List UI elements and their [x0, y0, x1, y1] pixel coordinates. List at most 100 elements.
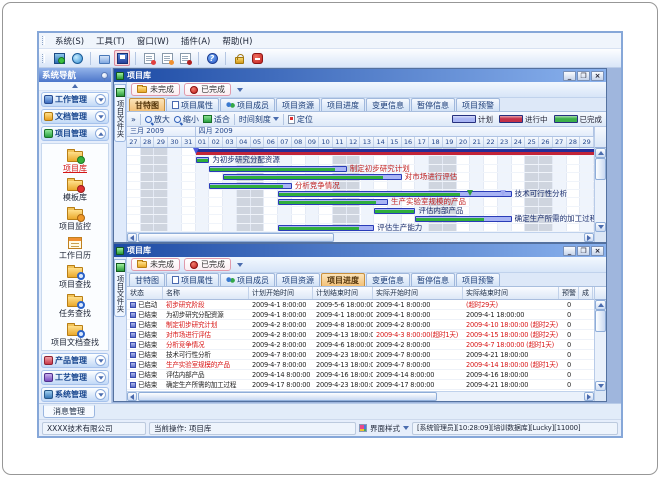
table-row[interactable]: 已结束生产实验室规模的产品2009-4-7 8:00:002009-4-13 1… [127, 360, 594, 370]
column-header[interactable]: 计划开始时间 [249, 287, 313, 299]
tab-changes[interactable]: 变更信息 [366, 273, 410, 286]
menu-window[interactable]: 窗口(W) [131, 34, 175, 48]
sidebar-item-template-library[interactable]: 模板库 [63, 176, 87, 202]
doc-new-icon[interactable] [141, 50, 157, 66]
group-toggle-button[interactable] [95, 389, 106, 400]
minimize-button[interactable]: _ [563, 71, 576, 81]
table-row[interactable]: 已结束为初步研究分配资源2009-4-1 8:00:002009-4-1 18:… [127, 310, 594, 320]
locate-button[interactable]: 定位 [288, 114, 313, 125]
scroll-left-button[interactable] [127, 392, 137, 401]
gantt-bar[interactable] [209, 166, 346, 172]
unfinished-filter-button[interactable]: 未完成 [131, 258, 180, 271]
column-header[interactable]: 实际结束时间 [463, 287, 559, 299]
sidebar-group-project-mgmt[interactable]: 项目管理 [41, 126, 109, 141]
scroll-up-button[interactable] [595, 148, 606, 158]
menu-tools[interactable]: 工具(T) [90, 34, 131, 48]
table-row[interactable]: 已结束确定生产所需的加工过程2009-4-17 8:00:002009-4-23… [127, 380, 594, 390]
table-row[interactable]: 已结束对市场进行评估2009-4-2 8:00:002009-4-13 18:0… [127, 330, 594, 340]
vertical-scrollbar[interactable] [594, 287, 606, 401]
horizontal-scrollbar[interactable] [127, 391, 594, 401]
scroll-right-button[interactable] [584, 392, 594, 401]
gantt-panel-titlebar[interactable]: 项目库 _ ❐ × [114, 69, 606, 82]
doc-delete-icon[interactable] [177, 50, 193, 66]
restore-button[interactable]: ❐ [577, 71, 590, 81]
menubar-grip[interactable] [42, 36, 45, 45]
tab-pauses[interactable]: 暂停信息 [411, 273, 455, 286]
menu-plugins[interactable]: 插件(A) [175, 34, 216, 48]
group-toggle-button[interactable] [95, 372, 106, 383]
table-row[interactable]: 已结束制定初步研究计划2009-4-2 8:00:002009-4-8 18:0… [127, 320, 594, 330]
project-folder-side-tab[interactable]: 项目文件夹 [114, 84, 126, 142]
zoom-in-button[interactable]: 放大 [145, 114, 170, 125]
project-folder-side-tab[interactable]: 项目文件夹 [114, 259, 126, 317]
sidebar-item-task-search[interactable]: 任务查找 [59, 292, 91, 318]
gantt-bar[interactable] [374, 208, 415, 214]
sidebar-item-project-search[interactable]: 项目查找 [59, 263, 91, 289]
restore-button[interactable]: ❐ [577, 246, 590, 256]
pin-icon[interactable] [101, 72, 108, 79]
save-icon[interactable] [114, 50, 130, 66]
scrollbar-thumb[interactable] [138, 233, 334, 242]
tab-properties[interactable]: 项目属性 [166, 98, 219, 111]
sidebar-collapse-button[interactable] [39, 82, 111, 91]
column-header[interactable]: 计划结束时间 [313, 287, 373, 299]
column-header[interactable]: 状态 [127, 287, 163, 299]
help-icon[interactable] [204, 50, 220, 66]
toolbar-overflow-button[interactable] [235, 259, 245, 271]
overflow-chevron[interactable]: » [131, 115, 136, 124]
sidebar-item-project-monitor[interactable]: 项目监控 [59, 205, 91, 231]
table-panel-titlebar[interactable]: 项目库 _ ❐ × [114, 244, 606, 257]
finished-filter-button[interactable]: 已完成 [184, 258, 231, 271]
vertical-scrollbar[interactable] [594, 127, 606, 242]
horizontal-scrollbar[interactable] [127, 232, 594, 242]
scrollbar-thumb[interactable] [595, 310, 606, 332]
timescale-dropdown[interactable]: 时间刻度 [239, 114, 279, 125]
sidebar-group-product-mgmt[interactable]: 产品管理 [41, 353, 109, 368]
scroll-down-button[interactable] [595, 222, 606, 232]
tab-members[interactable]: 项目成员 [220, 98, 275, 111]
scroll-down-button[interactable] [595, 381, 606, 391]
column-header[interactable]: 实际开始时间 [373, 287, 463, 299]
sidebar-group-system-mgmt[interactable]: 系统管理 [41, 387, 109, 402]
toolbar-overflow-button[interactable] [235, 84, 245, 96]
tab-resources[interactable]: 项目资源 [276, 98, 320, 111]
sidebar-group-craft-mgmt[interactable]: 工艺管理 [41, 370, 109, 385]
tab-resources[interactable]: 项目资源 [276, 273, 320, 286]
table-row[interactable]: 已结束分析竞争情况2009-4-2 8:00:002009-4-6 18:00:… [127, 340, 594, 350]
gantt-bar[interactable] [415, 216, 511, 222]
tab-members[interactable]: 项目成员 [220, 273, 275, 286]
scroll-right-button[interactable] [584, 233, 594, 242]
globe-icon[interactable] [69, 50, 85, 66]
gantt-bar[interactable] [278, 225, 374, 231]
sidebar-group-doc-mgmt[interactable]: 文档管理 [41, 109, 109, 124]
fit-button[interactable]: 适合 [203, 114, 230, 125]
scrollbar-thumb[interactable] [595, 158, 606, 180]
menu-help[interactable]: 帮助(H) [216, 34, 258, 48]
sidebar-group-work-mgmt[interactable]: 工作管理 [41, 92, 109, 107]
tab-changes[interactable]: 变更信息 [366, 98, 410, 111]
lock-icon[interactable] [231, 50, 247, 66]
close-button[interactable]: × [591, 71, 604, 81]
folder-icon[interactable] [96, 50, 112, 66]
message-management-tab[interactable]: 消息管理 [43, 405, 95, 418]
table-row[interactable]: 已结束技术可行性分析2009-4-7 8:00:002009-4-23 18:0… [127, 350, 594, 360]
column-header[interactable]: 名称 [163, 287, 249, 299]
tab-progress[interactable]: 项目进度 [321, 273, 365, 286]
tab-properties[interactable]: 项目属性 [166, 273, 219, 286]
tab-alerts[interactable]: 项目预警 [456, 98, 500, 111]
menu-system[interactable]: 系统(S) [49, 34, 90, 48]
unfinished-filter-button[interactable]: 未完成 [131, 83, 180, 96]
group-toggle-button[interactable] [95, 128, 106, 139]
gantt-bar[interactable] [209, 183, 291, 189]
scroll-left-button[interactable] [127, 233, 137, 242]
table-row[interactable]: 已结束评估内部产品2009-4-14 8:00:002009-4-16 18:0… [127, 370, 594, 380]
tab-pauses[interactable]: 暂停信息 [411, 98, 455, 111]
finished-filter-button[interactable]: 已完成 [184, 83, 231, 96]
exit-icon[interactable] [249, 50, 265, 66]
close-button[interactable]: × [591, 246, 604, 256]
sidebar-item-work-calendar[interactable]: 工作日历 [59, 234, 91, 260]
gantt-bar[interactable] [278, 199, 388, 205]
minimize-button[interactable]: _ [563, 246, 576, 256]
group-toggle-button[interactable] [95, 355, 106, 366]
tab-gantt[interactable]: 甘特图 [129, 273, 165, 286]
